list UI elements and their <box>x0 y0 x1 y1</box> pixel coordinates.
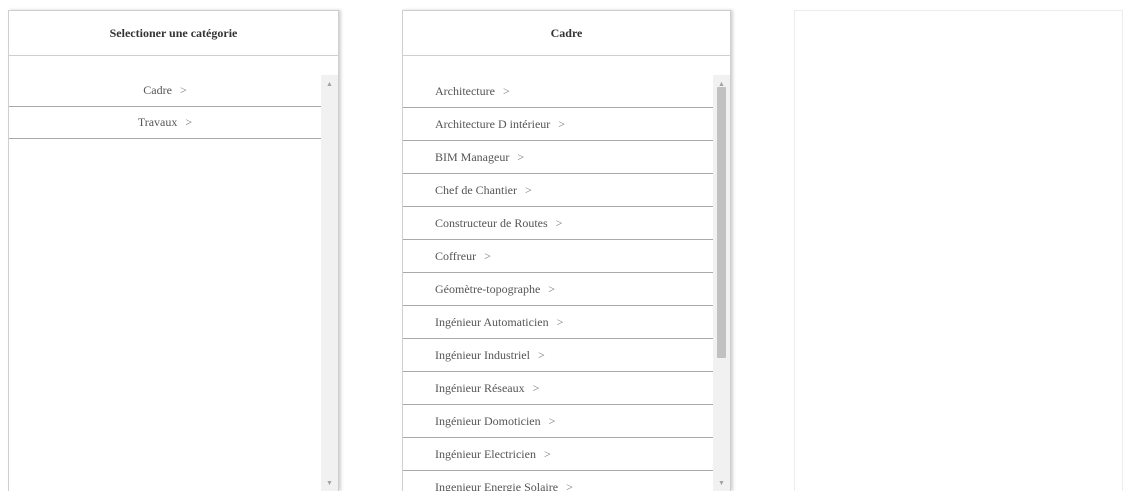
subcategory-item[interactable]: Ingénieur Industriel > <box>403 339 713 372</box>
subcategory-item[interactable]: Ingénieur Réseaux > <box>403 372 713 405</box>
category-item-cadre[interactable]: Cadre > <box>9 75 321 107</box>
category-item-label: Travaux <box>137 115 178 129</box>
chevron-right-icon: > <box>558 116 566 131</box>
subcategory-panel: Cadre Architecture > Architecture D intér… <box>402 10 731 491</box>
subcategory-item-label: Ingénieur Réseaux <box>435 380 525 395</box>
subcategory-list: Architecture > Architecture D intérieur > … <box>403 75 713 491</box>
category-item-label: Cadre <box>143 83 172 97</box>
subcategory-item[interactable]: Ingénieur Automaticien > <box>403 306 713 339</box>
chevron-right-icon: > <box>555 215 563 230</box>
scrollbar-thumb[interactable] <box>717 87 726 358</box>
chevron-right-icon: > <box>484 248 491 263</box>
chevron-right-icon: > <box>179 83 187 97</box>
detail-panel <box>794 10 1123 491</box>
chevron-right-icon: > <box>502 83 510 98</box>
subcategory-item-label: Architecture D intérieur <box>435 116 551 131</box>
subcategory-item-label: Ingénieur Industriel <box>435 347 530 362</box>
subcategory-item-label: Ingénieur Domoticien <box>435 413 541 428</box>
scroll-up-arrow-icon[interactable]: ▲ <box>321 75 338 92</box>
subcategory-item[interactable]: Architecture D intérieur > <box>403 108 713 141</box>
subcategory-item[interactable]: BIM Manageur > <box>403 141 713 174</box>
subcategory-item[interactable]: Architecture > <box>403 75 713 108</box>
subcategory-item-label: Coffreur <box>435 248 477 263</box>
chevron-right-icon: > <box>532 380 540 395</box>
subcategory-list-container: Architecture > Architecture D intérieur > … <box>403 75 730 491</box>
subcategory-item[interactable]: Chef de Chantier > <box>403 174 713 207</box>
chevron-right-icon: > <box>537 347 545 362</box>
chevron-right-icon: > <box>548 413 556 428</box>
scroll-down-arrow-icon[interactable]: ▼ <box>321 474 338 491</box>
subcategory-item-label: Ingénieur Electricien <box>435 446 536 461</box>
chevron-right-icon: > <box>548 281 556 296</box>
subcategory-item-label: Architecture <box>435 83 495 98</box>
subcategory-item-label: Chef de Chantier <box>435 182 517 197</box>
chevron-right-icon: > <box>556 314 564 329</box>
chevron-right-icon: > <box>543 446 551 461</box>
scroll-down-arrow-icon[interactable]: ▼ <box>713 474 730 491</box>
category-panel-title: Selectioner une catégorie <box>9 11 338 56</box>
chevron-right-icon: > <box>566 479 573 491</box>
category-panel: Selectioner une catégorie Cadre > Travau… <box>8 10 339 491</box>
subcategory-item-label: Ingenieur Energie Solaire <box>435 479 559 491</box>
category-item-travaux[interactable]: Travaux > <box>9 107 321 139</box>
subcategory-item-label: Constructeur de Routes <box>435 215 548 230</box>
chevron-right-icon: > <box>524 182 532 197</box>
subcategory-item-label: Géomètre-topographe <box>435 281 541 296</box>
subcategory-item-label: Ingénieur Automaticien <box>435 314 549 329</box>
subcategory-item[interactable]: Géomètre-topographe > <box>403 273 713 306</box>
subcategory-item[interactable]: Ingénieur Electricien > <box>403 438 713 471</box>
subcategory-item[interactable]: Ingenieur Energie Solaire > <box>403 471 713 491</box>
chevron-right-icon: > <box>517 149 525 164</box>
subcategory-item[interactable]: Constructeur de Routes > <box>403 207 713 240</box>
subcategory-panel-title: Cadre <box>403 11 730 56</box>
subcategory-scrollbar[interactable]: ▲ ▼ <box>713 75 730 491</box>
category-list-container: Cadre > Travaux > ▲ ▼ <box>9 75 338 491</box>
category-scrollbar[interactable]: ▲ ▼ <box>321 75 338 491</box>
subcategory-item[interactable]: Coffreur > <box>403 240 713 273</box>
category-list: Cadre > Travaux > <box>9 75 321 491</box>
subcategory-item[interactable]: Ingénieur Domoticien > <box>403 405 713 438</box>
subcategory-item-label: BIM Manageur <box>435 149 510 164</box>
chevron-right-icon: > <box>185 115 193 129</box>
